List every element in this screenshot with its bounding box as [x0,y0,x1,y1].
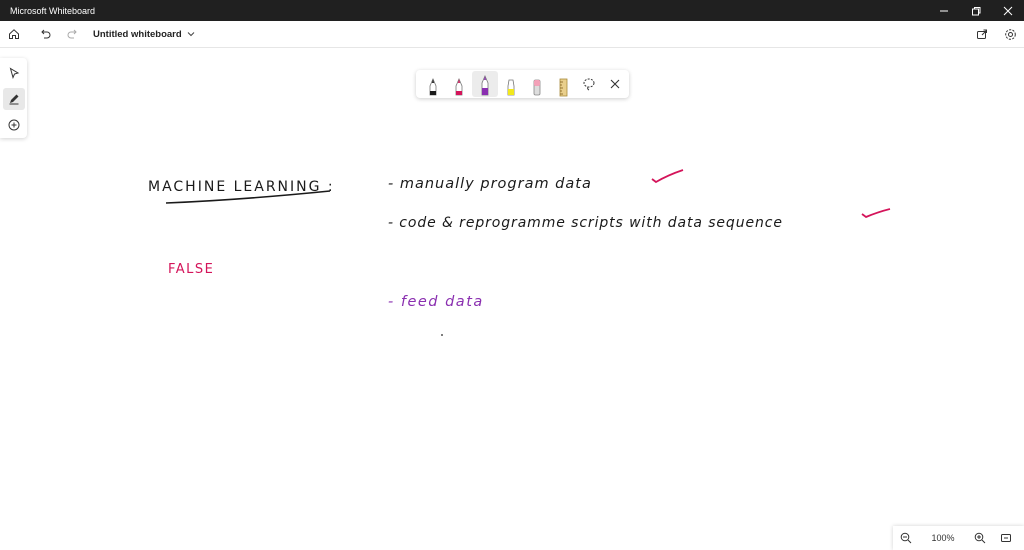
minimize-button[interactable] [928,0,960,21]
undo-icon [39,28,51,40]
pen-red-button[interactable] [446,71,472,97]
pen-red-icon [453,77,465,97]
share-icon [976,28,988,40]
redo-button[interactable] [59,21,87,48]
select-icon [8,67,20,79]
check-mark-2 [861,208,891,219]
title-bar: Microsoft Whiteboard [0,0,1024,21]
ink-layer: MACHINE LEARNING : - manually program da… [148,169,891,336]
board-title: Untitled whiteboard [93,28,182,40]
eraser-button[interactable] [524,71,550,97]
lasso-icon [582,77,596,91]
left-tool-rail [0,58,27,138]
settings-icon [1004,28,1017,41]
restore-button[interactable] [960,0,992,21]
ink-point-1: - manually program data [388,176,592,192]
whiteboard-canvas[interactable]: MACHINE LEARNING : - manually program da… [0,48,1024,550]
close-window-button[interactable] [992,0,1024,21]
zoom-controls: 100% [893,526,1024,550]
highlighter-button[interactable] [498,71,524,97]
lasso-button[interactable] [576,71,602,97]
undo-button[interactable] [31,21,59,48]
home-button[interactable] [0,21,28,48]
highlighter-icon [505,77,517,97]
ink-point-2: - code & reprogramme scripts with data s… [388,215,783,231]
share-button[interactable] [968,21,996,48]
zoom-level[interactable]: 100% [919,533,967,543]
check-mark-1 [651,169,684,184]
zoom-in-button[interactable] [967,526,993,550]
ruler-button[interactable] [550,71,576,97]
pen-tool-button[interactable] [2,88,25,110]
board-title-menu[interactable]: Untitled whiteboard [93,29,196,40]
home-icon [8,28,20,40]
close-inking-toolbar-button[interactable] [602,71,628,97]
fit-screen-icon [1000,532,1012,544]
chevron-down-icon [186,29,196,39]
inking-toolbar [416,70,629,98]
app-title: Microsoft Whiteboard [10,5,96,16]
settings-button[interactable] [996,21,1024,48]
pen-black-button[interactable] [420,71,446,97]
close-icon [610,79,620,89]
redo-icon [67,28,79,40]
zoom-in-icon [974,532,986,544]
eraser-icon [531,77,543,97]
ink-point-3: - feed data [388,294,484,310]
ink-false-label: FALSE [168,262,214,277]
zoom-out-button[interactable] [893,526,919,550]
ruler-icon [557,77,569,97]
app-toolbar: Untitled whiteboard [0,21,1024,48]
zoom-out-icon [900,532,912,544]
pen-purple-button[interactable] [472,71,498,97]
ink-dot [441,334,443,336]
add-content-button[interactable] [3,114,25,136]
select-tool-button[interactable] [3,62,25,84]
pen-icon [8,93,20,105]
pen-black-icon [427,77,439,97]
pen-purple-icon [479,75,491,97]
fit-to-screen-button[interactable] [993,526,1019,550]
add-icon [8,119,20,131]
